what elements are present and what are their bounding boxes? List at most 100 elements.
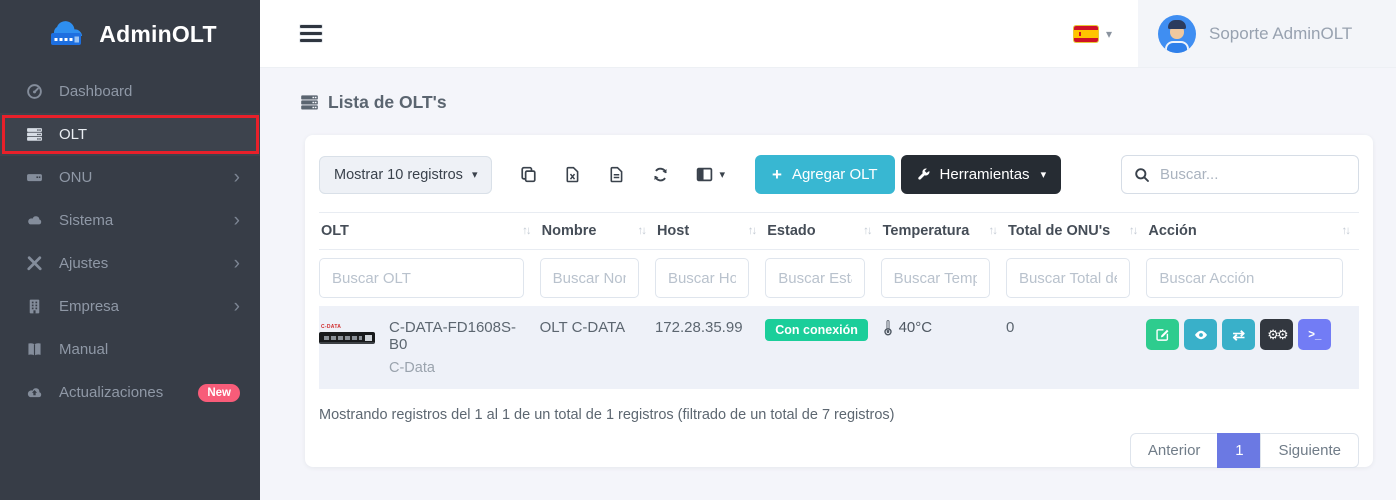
filter-nombre-input[interactable] <box>540 258 639 298</box>
edit-button[interactable] <box>1146 319 1179 350</box>
server-icon <box>300 93 319 112</box>
spain-flag-icon <box>1074 26 1098 42</box>
sidebar-item-label: Empresa <box>59 298 234 315</box>
olt-total-onus: 0 <box>1006 306 1146 389</box>
sidebar-item-actualizaciones[interactable]: Actualizaciones New <box>0 371 260 414</box>
cloud-upload-icon <box>24 384 44 401</box>
chevron-right-icon: › <box>234 211 240 230</box>
topbar: ▾ Soporte AdminOLT <box>260 0 1396 68</box>
sort-icon: ↑↓ <box>988 225 996 237</box>
page-title-text: Lista de OLT's <box>328 92 447 113</box>
book-icon <box>24 341 44 358</box>
sidebar-item-label: Actualizaciones <box>59 384 190 401</box>
sidebar-menu: Dashboard OLT ONU › Sistema <box>0 70 260 414</box>
terminal-icon: >_ <box>1308 329 1321 341</box>
chevron-right-icon: › <box>234 168 240 187</box>
brand-logo[interactable]: AdminOLT <box>0 0 260 68</box>
export-icon-group: ▾ <box>520 166 725 183</box>
olt-table: OLT↑↓ Nombre↑↓ Host↑↓ Estado↑↓ Temperatu… <box>319 212 1359 389</box>
add-olt-button[interactable]: + Agregar OLT <box>755 155 895 194</box>
filter-olt-input[interactable] <box>319 258 524 298</box>
table-filter-row <box>319 250 1359 307</box>
sidebar-item-manual[interactable]: Manual <box>0 328 260 371</box>
table-info-summary: Mostrando registros del 1 al 1 de un tot… <box>319 407 1359 423</box>
column-header-host[interactable]: Host↑↓ <box>655 213 765 250</box>
copy-icon[interactable] <box>520 166 537 183</box>
column-header-estado[interactable]: Estado↑↓ <box>765 213 880 250</box>
view-button[interactable] <box>1184 319 1217 350</box>
sort-icon: ↑↓ <box>522 225 530 237</box>
sidebar-item-label: Dashboard <box>59 83 240 100</box>
language-selector[interactable]: ▾ <box>1074 26 1112 42</box>
pagination-page-1[interactable]: 1 <box>1217 433 1261 468</box>
column-header-total-onus[interactable]: Total de ONU's↑↓ <box>1006 213 1146 250</box>
terminal-button[interactable]: >_ <box>1298 319 1331 350</box>
gauge-icon <box>24 83 44 100</box>
pagination-previous[interactable]: Anterior <box>1130 433 1219 468</box>
new-badge: New <box>198 384 240 402</box>
exchange-button[interactable]: ⇄ <box>1222 319 1255 350</box>
olt-device-image: C-DATA <box>319 319 375 376</box>
sidebar-item-label: Manual <box>59 341 240 358</box>
sidebar-item-ajustes[interactable]: Ajustes › <box>0 242 260 285</box>
plus-icon: + <box>772 165 782 185</box>
filter-host-input[interactable] <box>655 258 749 298</box>
sort-icon: ↑↓ <box>863 225 871 237</box>
sort-icon: ↑↓ <box>1342 225 1350 237</box>
add-olt-label: Agregar OLT <box>792 166 878 183</box>
filter-estado-input[interactable] <box>765 258 864 298</box>
tools-dropdown-button[interactable]: Herramientas ▾ <box>901 155 1062 194</box>
column-visibility-icon[interactable]: ▾ <box>696 166 725 183</box>
main-content: Lista de OLT's Mostrar 10 registros ▾ <box>260 68 1396 500</box>
page-title: Lista de OLT's <box>300 92 1396 113</box>
sidebar-item-olt[interactable]: OLT <box>0 113 260 156</box>
tools-icon <box>24 255 44 272</box>
export-excel-icon[interactable] <box>564 166 581 183</box>
olt-nombre: OLT C-DATA <box>540 306 655 389</box>
sidebar-item-onu[interactable]: ONU › <box>0 156 260 199</box>
filter-accion-input[interactable] <box>1146 258 1343 298</box>
user-name: Soporte AdminOLT <box>1209 24 1352 44</box>
hamburger-menu-icon[interactable] <box>300 21 322 46</box>
sidebar-item-empresa[interactable]: Empresa › <box>0 285 260 328</box>
chevron-right-icon: › <box>234 297 240 316</box>
export-file-icon[interactable] <box>608 166 625 183</box>
filter-temperatura-input[interactable] <box>881 258 990 298</box>
search-input[interactable] <box>1160 166 1359 183</box>
server-icon <box>24 126 44 143</box>
tools-label: Herramientas <box>940 166 1030 183</box>
filter-total-onus-input[interactable] <box>1006 258 1130 298</box>
records-per-page-dropdown[interactable]: Mostrar 10 registros ▾ <box>319 156 492 194</box>
sort-icon: ↑↓ <box>748 225 756 237</box>
sidebar-item-dashboard[interactable]: Dashboard <box>0 70 260 113</box>
topbar-right: ▾ Soporte AdminOLT <box>1074 0 1396 67</box>
caret-down-icon: ▾ <box>472 168 478 181</box>
sidebar-item-label: ONU <box>59 169 234 186</box>
settings-button[interactable]: ⚙⚙ <box>1260 319 1293 350</box>
onu-device-icon <box>24 169 44 186</box>
column-header-olt[interactable]: OLT↑↓ <box>319 213 540 250</box>
sidebar-item-label: Ajustes <box>59 255 234 272</box>
olt-temperatura: 40°C <box>899 319 933 336</box>
adminolt-app: AdminOLT Dashboard OLT ONU › <box>0 0 1396 500</box>
table-header-row: OLT↑↓ Nombre↑↓ Host↑↓ Estado↑↓ Temperatu… <box>319 213 1359 250</box>
caret-down-icon: ▾ <box>719 168 725 181</box>
sort-icon: ↑↓ <box>1129 225 1137 237</box>
thermometer-icon <box>881 320 895 336</box>
column-header-nombre[interactable]: Nombre↑↓ <box>540 213 655 250</box>
connection-status-badge: Con conexión <box>765 319 868 341</box>
sidebar-item-sistema[interactable]: Sistema › <box>0 199 260 242</box>
column-header-accion[interactable]: Acción↑↓ <box>1146 213 1359 250</box>
sidebar-item-label: OLT <box>59 126 240 143</box>
caret-down-icon: ▾ <box>1106 27 1112 41</box>
pagination-next[interactable]: Siguiente <box>1260 433 1359 468</box>
refresh-icon[interactable] <box>652 166 669 183</box>
row-actions: ⇄ ⚙⚙ >_ <box>1146 319 1349 350</box>
column-header-temperatura[interactable]: Temperatura↑↓ <box>881 213 1006 250</box>
table-search <box>1121 155 1359 194</box>
user-menu[interactable]: Soporte AdminOLT <box>1138 0 1396 67</box>
exchange-arrows-icon: ⇄ <box>1233 326 1246 344</box>
avatar <box>1158 15 1196 53</box>
wrench-icon <box>916 167 931 182</box>
cloud-icon <box>24 212 44 229</box>
